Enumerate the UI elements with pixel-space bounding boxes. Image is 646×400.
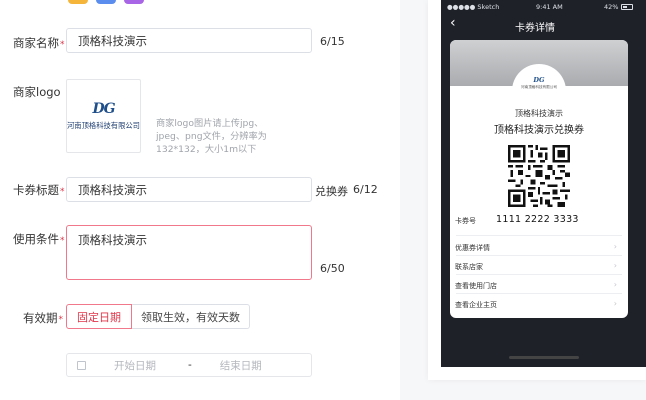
usage-terms-counter: 6/50: [320, 262, 345, 275]
merchant-name-counter: 6/15: [320, 35, 345, 48]
coupon-title-value: 顶格科技演示: [78, 182, 147, 197]
preview-nav-title: 卡券详情: [515, 23, 555, 34]
usage-terms-label: 使用条件*: [13, 231, 65, 247]
swatch-purple[interactable]: [124, 0, 144, 4]
qr-code-icon: [508, 145, 570, 207]
company-logo: DG: [92, 101, 115, 117]
menu-item-contact-merchant[interactable]: 联系店家 ›: [455, 261, 621, 272]
required-mark: *: [60, 236, 65, 246]
coupon-logo-company: 河南顶格科技有限公司: [521, 85, 557, 89]
swatch-yellow[interactable]: [68, 0, 88, 4]
merchant-name-label-text: 商家名称: [13, 36, 59, 50]
battery-icon: [621, 4, 633, 10]
coupon-code-value: 1111 2222 3333: [496, 214, 579, 225]
menu-item-label: 联系店家: [455, 263, 483, 271]
coupon-card: DG 河南顶格科技有限公司 顶格科技演示 顶格科技演示兑换券 卡券号 1111 …: [450, 40, 628, 318]
home-indicator: [509, 356, 579, 359]
coupon-logo-mark: DG: [533, 76, 545, 84]
coupon-title: 顶格科技演示兑换券: [494, 125, 584, 136]
phone-preview: ●●●●● Sketch 9:41 AM 42% ‹ 卡券详情 DG 河南顶格科…: [441, 0, 646, 367]
card-divider: [456, 235, 622, 236]
menu-item-label: 优惠券详情: [455, 244, 490, 252]
status-time: 9:41 AM: [536, 3, 563, 11]
coupon-title-label: 卡券标题*: [13, 182, 65, 198]
logo-upload-hint: 商家logo图片请上传jpg、jpeg、png文件，分辨率为132*132，大小…: [156, 118, 267, 155]
chevron-right-icon: ›: [613, 261, 617, 270]
calendar-icon: [77, 360, 86, 370]
menu-item-label: 查看使用门店: [455, 282, 497, 290]
status-bar: ●●●●● Sketch 9:41 AM 42%: [441, 3, 646, 13]
status-battery-percent: 42%: [604, 3, 619, 11]
coupon-title-suffix: 兑换券: [315, 185, 348, 198]
coupon-merchant-name: 顶格科技演示: [515, 109, 563, 118]
coupon-form-panel: 商家名称* 顶格科技演示 6/15 商家logo DG 河南顶格科技有限公司 商…: [0, 0, 400, 400]
swatch-blue[interactable]: [96, 0, 116, 4]
validity-fixed-date-button[interactable]: 固定日期: [66, 304, 132, 329]
chevron-right-icon: ›: [613, 299, 617, 308]
color-swatches: [68, 0, 144, 4]
usage-terms-value: 顶格科技演示: [78, 233, 147, 247]
coupon-code-label: 卡券号: [455, 217, 476, 225]
chevron-right-icon: ›: [613, 242, 617, 251]
date-range-picker[interactable]: 开始日期 - 结束日期: [66, 353, 312, 377]
menu-divider: [456, 274, 622, 275]
merchant-name-value: 顶格科技演示: [78, 33, 147, 48]
date-range-separator: -: [188, 359, 192, 371]
menu-divider: [456, 255, 622, 256]
merchant-name-label: 商家名称*: [13, 35, 65, 51]
start-date-field[interactable]: 开始日期: [114, 358, 156, 373]
coupon-title-input[interactable]: 顶格科技演示: [66, 177, 312, 202]
required-mark: *: [58, 315, 64, 325]
validity-type-group: 固定日期 领取生效，有效天数: [66, 304, 250, 329]
menu-item-stores[interactable]: 查看使用门店 ›: [455, 280, 621, 291]
menu-divider: [456, 293, 622, 294]
usage-terms-label-text: 使用条件: [13, 232, 59, 246]
validity-days-after-claim-button[interactable]: 领取生效，有效天数: [132, 304, 250, 329]
validity-label-text: 有效期: [23, 311, 58, 325]
coupon-title-label-text: 卡券标题: [13, 183, 59, 197]
company-logo-name: 河南顶格科技有限公司: [67, 121, 140, 130]
required-mark: *: [60, 187, 65, 197]
chevron-right-icon: ›: [613, 280, 617, 289]
end-date-field[interactable]: 结束日期: [220, 358, 262, 373]
menu-item-company-home[interactable]: 查看企业主页 ›: [455, 299, 621, 310]
merchant-logo-label: 商家logo: [13, 85, 61, 99]
validity-label: 有效期*: [23, 310, 63, 326]
usage-terms-textarea[interactable]: 顶格科技演示: [66, 225, 312, 280]
menu-item-coupon-detail[interactable]: 优惠券详情 ›: [455, 242, 621, 253]
merchant-name-input[interactable]: 顶格科技演示: [66, 28, 312, 53]
menu-item-label: 查看企业主页: [455, 301, 497, 309]
status-carrier: ●●●●● Sketch: [447, 3, 500, 11]
coupon-title-counter: 6/12: [353, 183, 378, 196]
required-mark: *: [60, 40, 65, 50]
logo-upload[interactable]: DG 河南顶格科技有限公司: [66, 79, 141, 153]
